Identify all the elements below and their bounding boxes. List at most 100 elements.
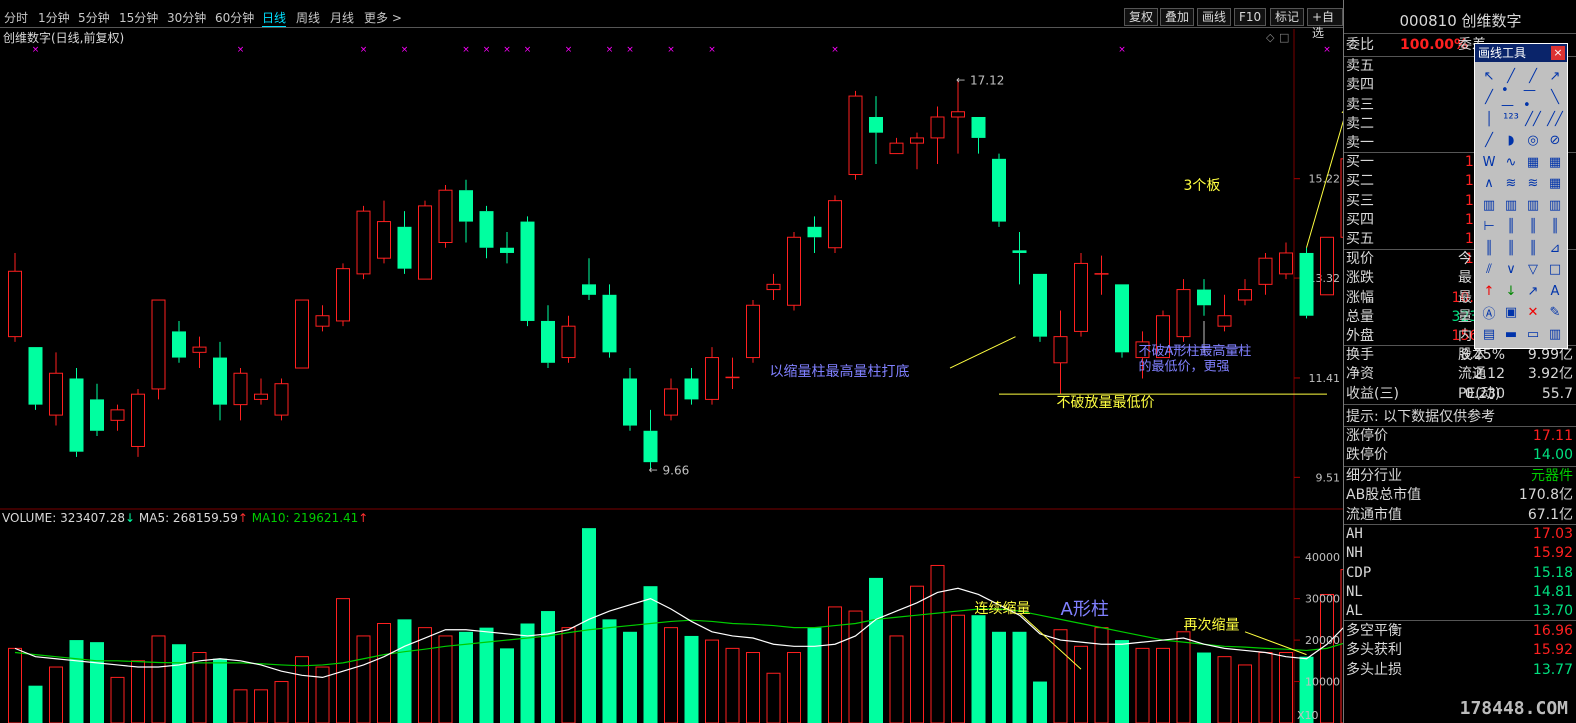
draw-tool-icon[interactable]: ◗ [1501,131,1521,151]
f10-button[interactable]: F10 [1234,8,1267,26]
candle[interactable] [971,116,986,154]
candle[interactable] [479,205,494,259]
draw-tool-icon[interactable]: ▥ [1479,195,1499,215]
draw-tool-icon[interactable]: ¹²³ [1501,109,1521,129]
candle[interactable] [110,404,125,431]
candle[interactable] [1176,279,1191,342]
tab-1min[interactable]: 1分钟 [38,9,70,26]
tab-5min[interactable]: 5分钟 [78,9,110,26]
candle[interactable] [336,263,350,327]
candle[interactable] [1074,252,1088,337]
draw-tool-icon[interactable]: ▥ [1501,195,1521,215]
draw-button[interactable]: 画线 [1197,8,1232,26]
draw-tool-icon[interactable]: W [1479,152,1499,172]
candle[interactable] [910,132,924,170]
draw-tool-icon[interactable]: ⊘ [1545,131,1565,151]
candle[interactable] [1217,294,1232,332]
adjust-button[interactable]: 复权 [1124,8,1159,26]
overlay-button[interactable]: 叠加 [1160,8,1195,26]
candle[interactable] [131,388,145,457]
candle[interactable] [561,315,576,363]
candle[interactable] [151,299,166,400]
draw-tool-icon[interactable]: ✕ [1523,303,1543,323]
candle[interactable] [397,211,412,274]
candle[interactable] [8,252,22,342]
candle[interactable] [684,368,699,405]
draw-tool-icon[interactable]: ▤ [1479,324,1499,344]
candle[interactable] [377,200,391,264]
candle[interactable] [69,368,84,457]
candle[interactable] [438,184,453,248]
draw-tool-icon[interactable]: ▦ [1545,174,1565,194]
candle[interactable] [233,368,248,421]
candle[interactable] [213,341,227,421]
candle[interactable] [172,320,186,363]
draw-tool-icon[interactable]: —• [1523,83,1543,113]
draw-tool-icon[interactable]: ▥ [1523,195,1543,215]
tab-fenshi[interactable]: 分时 [4,9,28,26]
candle[interactable] [643,409,658,470]
draw-tool-icon[interactable]: ╲ [1545,88,1565,108]
draw-tool-icon[interactable]: A [1545,281,1565,301]
draw-tool-icon[interactable]: ╱╱ [1545,109,1565,129]
draw-tool-icon[interactable]: ∨ [1501,260,1521,280]
draw-tool-icon[interactable]: ✎ [1545,303,1565,323]
candle[interactable] [1238,279,1252,306]
candle[interactable] [1033,273,1047,342]
candle[interactable] [1115,284,1129,358]
kline-chart[interactable]: 创维数字(日线,前复权) ◇ □ 15.2213.3211.419.51 × × ×… [0,29,1343,723]
draw-tool-icon[interactable]: ▦ [1545,152,1565,172]
tab-daily[interactable]: 日线 [262,9,287,27]
tab-60min[interactable]: 60分钟 [215,9,254,26]
draw-tool-icon[interactable]: ║ [1523,238,1543,258]
draw-tool-icon[interactable]: ↓ [1501,281,1521,301]
draw-tool-icon[interactable]: ╱ [1479,88,1499,108]
draw-tool-icon[interactable]: ║ [1501,238,1521,258]
draw-tool-icon[interactable]: ╱ [1479,131,1499,151]
draw-tool-icon[interactable]: ▥ [1545,324,1565,344]
candle[interactable] [992,153,1006,227]
candle[interactable] [274,378,289,421]
draw-tool-icon[interactable]: ⊿ [1545,238,1565,258]
draw-tool-icon[interactable]: ▥ [1545,195,1565,215]
candle[interactable] [1299,247,1314,319]
candle[interactable] [1320,236,1334,296]
draw-tool-icon[interactable]: Ⓐ [1479,303,1499,323]
tab-more[interactable]: 更多 > [364,9,402,26]
candle[interactable] [951,79,965,154]
draw-tool-icon[interactable]: •— [1501,83,1521,113]
draw-tool-icon[interactable]: ∧ [1479,174,1499,194]
candle[interactable] [582,258,596,301]
chart-window-icon[interactable]: □ [1279,31,1289,44]
candle[interactable] [1279,242,1293,280]
candle[interactable] [49,352,63,426]
candle[interactable] [295,299,309,369]
draw-tool-icon[interactable]: ▬ [1501,324,1521,344]
draw-tool-icon[interactable]: ≋ [1523,174,1543,194]
draw-tool-icon[interactable]: ║ [1545,217,1565,237]
candle[interactable] [787,232,801,311]
candle[interactable] [848,90,863,180]
candle[interactable] [418,200,432,280]
candle[interactable] [459,179,473,243]
draw-tool-icon[interactable]: ↗ [1545,66,1565,86]
draw-tool-icon[interactable]: ◎ [1523,131,1543,151]
candle[interactable] [746,300,760,363]
add-favorite-button[interactable]: +自选 [1307,8,1343,40]
draw-tools-panel[interactable]: 画线工具 × ↖ ╱ ╱ ↗ ╱ •— —• ╲ │ ¹²³ ╱╱ ╱╱ ╱ ◗ ◎ ⊘ W ∿ ▦ ▦ ∧ ≋ ≋ ▦ ▥ ▥ ▥… [1474,43,1568,349]
draw-tool-icon[interactable]: ∿ [1501,152,1521,172]
draw-tool-icon[interactable]: ≋ [1501,174,1521,194]
close-icon[interactable]: × [1551,46,1565,60]
tab-30min[interactable]: 30分钟 [167,9,206,26]
draw-tool-icon[interactable]: ▣ [1501,303,1521,323]
draw-tool-icon[interactable]: □ [1545,260,1565,280]
candle[interactable] [705,347,719,405]
draw-tool-icon[interactable]: ▽ [1523,260,1543,280]
candle[interactable] [315,305,330,332]
draw-tool-icon[interactable]: ║ [1523,217,1543,237]
candle[interactable] [1258,252,1273,295]
draw-tool-icon[interactable]: ╱╱ [1523,109,1543,129]
tab-weekly[interactable]: 周线 [296,9,320,26]
tab-monthly[interactable]: 月线 [330,9,354,26]
candle[interactable] [192,336,207,369]
